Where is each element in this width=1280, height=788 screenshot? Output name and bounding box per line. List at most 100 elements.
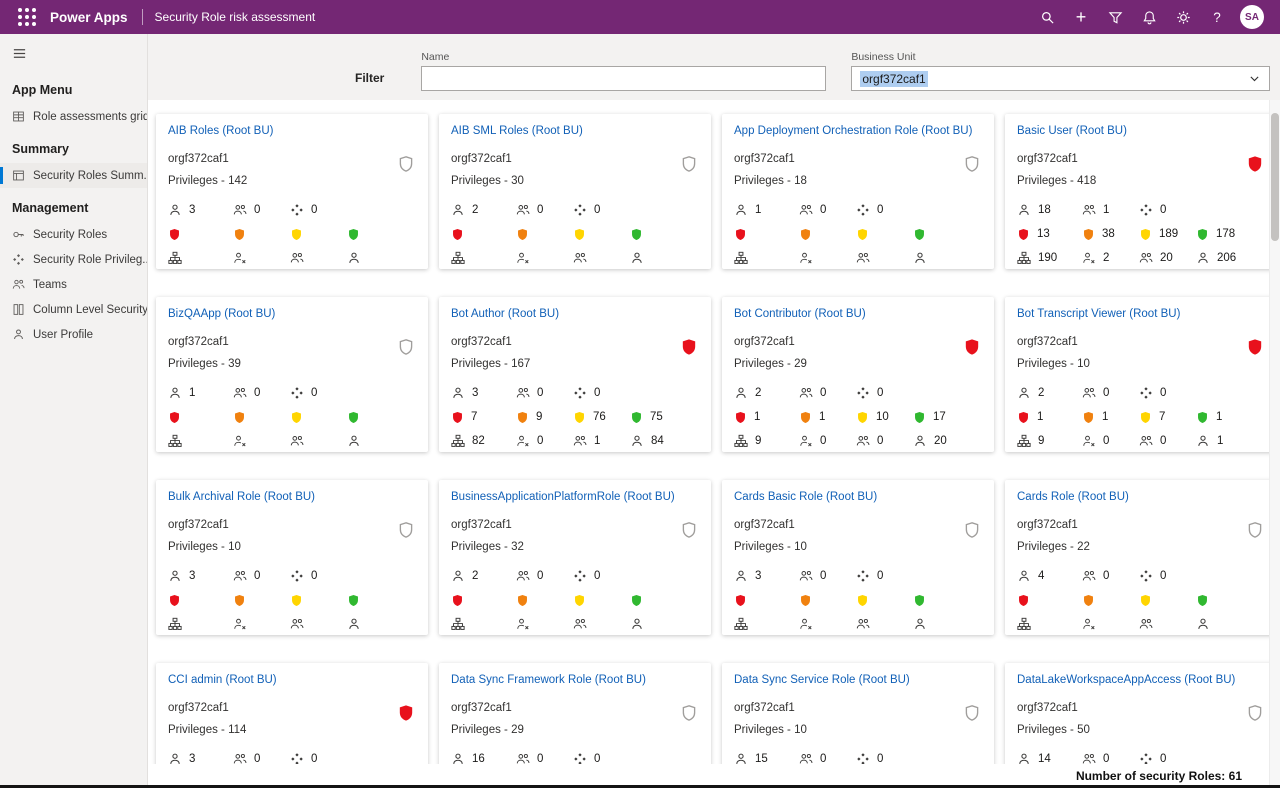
sidebar-item-security-roles-summary[interactable]: Security Roles Summ... bbox=[0, 163, 147, 188]
privilege-count: 0 bbox=[1160, 570, 1166, 582]
org-scope-icon bbox=[451, 434, 465, 448]
card-title-link[interactable]: App Deployment Orchestration Role (Root … bbox=[734, 124, 982, 138]
high-risk-shield-icon bbox=[233, 594, 246, 607]
cards-scroll-area: AIB Roles (Root BU) orgf372caf1 Privileg… bbox=[148, 100, 1280, 764]
sidebar-item-security-role-privileges[interactable]: Security Role Privileg... bbox=[0, 247, 147, 272]
card-title-link[interactable]: DataLakeWorkspaceAppAccess (Root BU) bbox=[1017, 673, 1265, 687]
org-scope-icon bbox=[734, 434, 748, 448]
team-scope-icon bbox=[290, 434, 304, 448]
card-title-link[interactable]: CCI admin (Root BU) bbox=[168, 673, 416, 687]
card-title-link[interactable]: AIB SML Roles (Root BU) bbox=[451, 124, 699, 138]
card-scope-row bbox=[451, 246, 699, 269]
sidebar-section-management: Management bbox=[0, 188, 147, 222]
team-count: 0 bbox=[1103, 570, 1109, 582]
card-title-link[interactable]: Bot Author (Root BU) bbox=[451, 307, 699, 321]
card-title-link[interactable]: Data Sync Framework Role (Root BU) bbox=[451, 673, 699, 687]
sidebar-item-teams[interactable]: Teams bbox=[0, 272, 147, 297]
hamburger-menu-button[interactable] bbox=[0, 38, 147, 70]
team-icon bbox=[233, 752, 247, 764]
help-button[interactable]: ? bbox=[1200, 0, 1234, 34]
card-risk-shields-row bbox=[1017, 588, 1265, 612]
card-stats-row: 2 0 0 bbox=[734, 381, 982, 405]
low-risk-shield-icon bbox=[347, 228, 360, 241]
privilege-diamonds-icon bbox=[1139, 203, 1153, 217]
privilege-diamonds-icon bbox=[856, 386, 870, 400]
sidebar-item-security-roles[interactable]: Security Roles bbox=[0, 222, 147, 247]
card-title-link[interactable]: Bulk Archival Role (Root BU) bbox=[168, 490, 416, 504]
privilege-count: 0 bbox=[594, 570, 600, 582]
low-risk-count: 1 bbox=[1216, 411, 1222, 423]
high-risk-shield-icon bbox=[799, 228, 812, 241]
filter-button[interactable] bbox=[1098, 0, 1132, 34]
medium-risk-shield-icon bbox=[856, 228, 869, 241]
medium-risk-count: 76 bbox=[593, 411, 606, 423]
sidebar-item-user-profile[interactable]: User Profile bbox=[0, 322, 147, 347]
card-title-link[interactable]: BusinessApplicationPlatformRole (Root BU… bbox=[451, 490, 699, 504]
app-launcher-waffle-icon[interactable] bbox=[6, 0, 48, 35]
card-title-link[interactable]: Bot Transcript Viewer (Root BU) bbox=[1017, 307, 1265, 321]
user-scope-icon bbox=[913, 617, 927, 631]
business-unit-dropdown[interactable]: orgf372caf1 bbox=[851, 66, 1270, 91]
user-count: 3 bbox=[189, 204, 195, 216]
search-button[interactable] bbox=[1030, 0, 1064, 34]
medium-risk-shield-icon bbox=[1139, 594, 1152, 607]
privilege-count: 0 bbox=[877, 753, 883, 764]
card-risk-shields-row bbox=[451, 222, 699, 246]
security-role-card: Cards Role (Root BU) orgf372caf1 Privile… bbox=[1005, 480, 1277, 635]
org-scope-icon bbox=[734, 617, 748, 631]
risk-shield-red-icon bbox=[1246, 338, 1264, 356]
card-scope-row bbox=[168, 429, 416, 452]
card-title-link[interactable]: Cards Role (Root BU) bbox=[1017, 490, 1265, 504]
person-x-scope-icon bbox=[233, 251, 247, 265]
card-risk-shields-row: 7 9 76 75 bbox=[451, 405, 699, 429]
user-icon bbox=[734, 752, 748, 764]
risk-shield-outline-icon bbox=[680, 521, 698, 539]
sidebar-item-label: Security Roles Summ... bbox=[33, 170, 147, 182]
privilege-count: 0 bbox=[1160, 753, 1166, 764]
team-icon bbox=[1082, 752, 1096, 764]
powerapps-brand[interactable]: Power Apps bbox=[50, 10, 128, 25]
sidebar-item-label: User Profile bbox=[33, 329, 93, 341]
name-input[interactable] bbox=[421, 66, 826, 91]
risk-shield-outline-icon bbox=[963, 704, 981, 722]
team-scope-count: 20 bbox=[1160, 252, 1173, 264]
vertical-scrollbar[interactable] bbox=[1269, 100, 1280, 788]
user-icon bbox=[734, 569, 748, 583]
card-stats-row: 3 0 0 bbox=[168, 564, 416, 588]
sidebar-item-role-assessments-grid[interactable]: Role assessments grid bbox=[0, 104, 147, 129]
low-risk-shield-icon bbox=[913, 411, 926, 424]
sidebar-item-column-level-security[interactable]: Column Level Security bbox=[0, 297, 147, 322]
card-title-link[interactable]: Basic User (Root BU) bbox=[1017, 124, 1265, 138]
scrollbar-thumb[interactable] bbox=[1271, 113, 1279, 241]
security-role-card: App Deployment Orchestration Role (Root … bbox=[722, 114, 994, 269]
org-scope-icon bbox=[451, 251, 465, 265]
critical-risk-count: 13 bbox=[1037, 228, 1050, 240]
user-avatar[interactable]: SA bbox=[1240, 5, 1264, 29]
security-role-card: Bot Transcript Viewer (Root BU) orgf372c… bbox=[1005, 297, 1277, 452]
notifications-button[interactable] bbox=[1132, 0, 1166, 34]
card-title-link[interactable]: Data Sync Service Role (Root BU) bbox=[734, 673, 982, 687]
privilege-count: 0 bbox=[311, 387, 317, 399]
risk-shield-outline-icon bbox=[397, 338, 415, 356]
person-x-scope-count: 2 bbox=[1103, 252, 1109, 264]
high-risk-count: 38 bbox=[1102, 228, 1115, 240]
user-icon bbox=[451, 203, 465, 217]
high-risk-shield-icon bbox=[516, 594, 529, 607]
card-title-link[interactable]: Cards Basic Role (Root BU) bbox=[734, 490, 982, 504]
team-count: 0 bbox=[820, 753, 826, 764]
card-title-link[interactable]: BizQAApp (Root BU) bbox=[168, 307, 416, 321]
risk-shield-outline-icon bbox=[963, 155, 981, 173]
user-icon bbox=[1017, 569, 1031, 583]
settings-button[interactable] bbox=[1166, 0, 1200, 34]
search-icon bbox=[1040, 10, 1055, 25]
privilege-diamonds-icon bbox=[573, 569, 587, 583]
critical-risk-shield-icon bbox=[168, 228, 181, 241]
security-role-card: Bot Contributor (Root BU) orgf372caf1 Pr… bbox=[722, 297, 994, 452]
card-title-link[interactable]: Bot Contributor (Root BU) bbox=[734, 307, 982, 321]
critical-risk-shield-icon bbox=[734, 228, 747, 241]
card-scope-row bbox=[1017, 612, 1265, 635]
card-title-link[interactable]: AIB Roles (Root BU) bbox=[168, 124, 416, 138]
org-scope-icon bbox=[1017, 617, 1031, 631]
name-field-label: Name bbox=[421, 51, 826, 63]
create-button[interactable]: + bbox=[1064, 0, 1098, 34]
